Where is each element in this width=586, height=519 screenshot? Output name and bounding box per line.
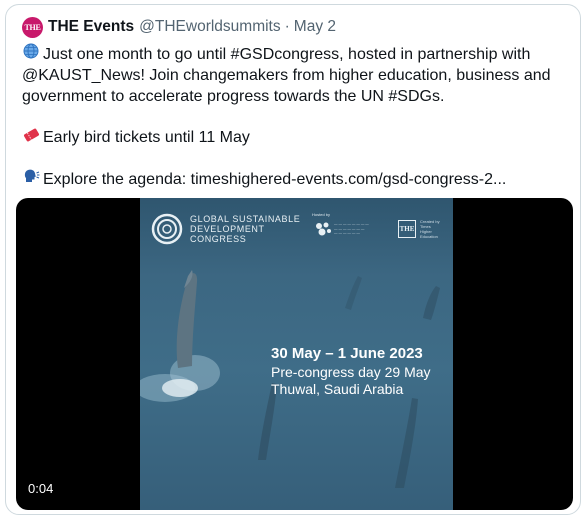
kaust-logo-icon — [316, 222, 331, 236]
logo-line-3: CONGRESS — [190, 234, 247, 244]
logo-line-1: GLOBAL SUSTAINABLE — [190, 214, 301, 224]
globe-emoji-icon — [22, 43, 40, 65]
ticket-emoji-icon — [22, 127, 40, 148]
the-logo-text: THE — [399, 225, 415, 233]
tweet-card[interactable]: THE THE Events @THEworldsummits · May 2 … — [5, 4, 581, 515]
gsd-congress-logo-icon — [151, 213, 183, 245]
tweet-text-line-4: Early bird tickets until 11 May — [43, 129, 250, 146]
tweet-text-line-5[interactable]: Explore the agenda: timeshighered-events… — [43, 171, 506, 188]
tweet-text: Just one month to go until #GSDcongress,… — [22, 43, 567, 190]
tweet-text-line-3: government to accelerate progress toward… — [22, 88, 445, 105]
the-logo-caption: Created by Times Higher Education — [420, 219, 440, 239]
speaking-head-emoji-icon — [22, 168, 40, 190]
the-logo-icon: THE — [398, 220, 416, 238]
tweet-text-line-2: @KAUST_News! Join changemakers from high… — [22, 67, 551, 84]
separator: · — [284, 18, 290, 35]
video-timestamp: 0:04 — [28, 481, 54, 496]
user-handle[interactable]: @THEworldsummits — [139, 18, 280, 36]
the-line-4: Education — [420, 234, 438, 239]
tweet-text-line-1: Just one month to go until #GSDcongress,… — [43, 46, 531, 63]
avatar[interactable]: THE — [22, 16, 43, 38]
partner-text: — — — — — — — — — — — — — — — — — — — — — — [334, 222, 369, 235]
logo-line-2: DEVELOPMENT — [190, 224, 265, 234]
event-location: Thuwal, Saudi Arabia — [271, 381, 404, 397]
tweet-line-4: Early bird tickets until 11 May — [22, 127, 567, 148]
tweet-line-1: Just one month to go until #GSDcongress,… — [22, 43, 567, 65]
tweet-date[interactable]: May 2 — [294, 18, 336, 36]
video-frame[interactable]: GLOBAL SUSTAINABLE DEVELOPMENT CONGRESS … — [140, 198, 453, 510]
tweet-header: THE THE Events @THEworldsummits · May 2 — [22, 16, 336, 38]
event-dates: 30 May – 1 June 2023 — [271, 345, 423, 362]
partner-label: Hosted by — [312, 212, 331, 217]
display-name[interactable]: THE Events — [48, 18, 134, 36]
avatar-text: THE — [24, 22, 41, 32]
video-player[interactable]: GLOBAL SUSTAINABLE DEVELOPMENT CONGRESS … — [16, 198, 573, 510]
congress-logo-text: GLOBAL SUSTAINABLE DEVELOPMENT CONGRESS — [190, 214, 300, 244]
pre-congress-date: Pre-congress day 29 May — [271, 364, 431, 380]
tweet-line-5: Explore the agenda: timeshighered-events… — [22, 168, 567, 190]
